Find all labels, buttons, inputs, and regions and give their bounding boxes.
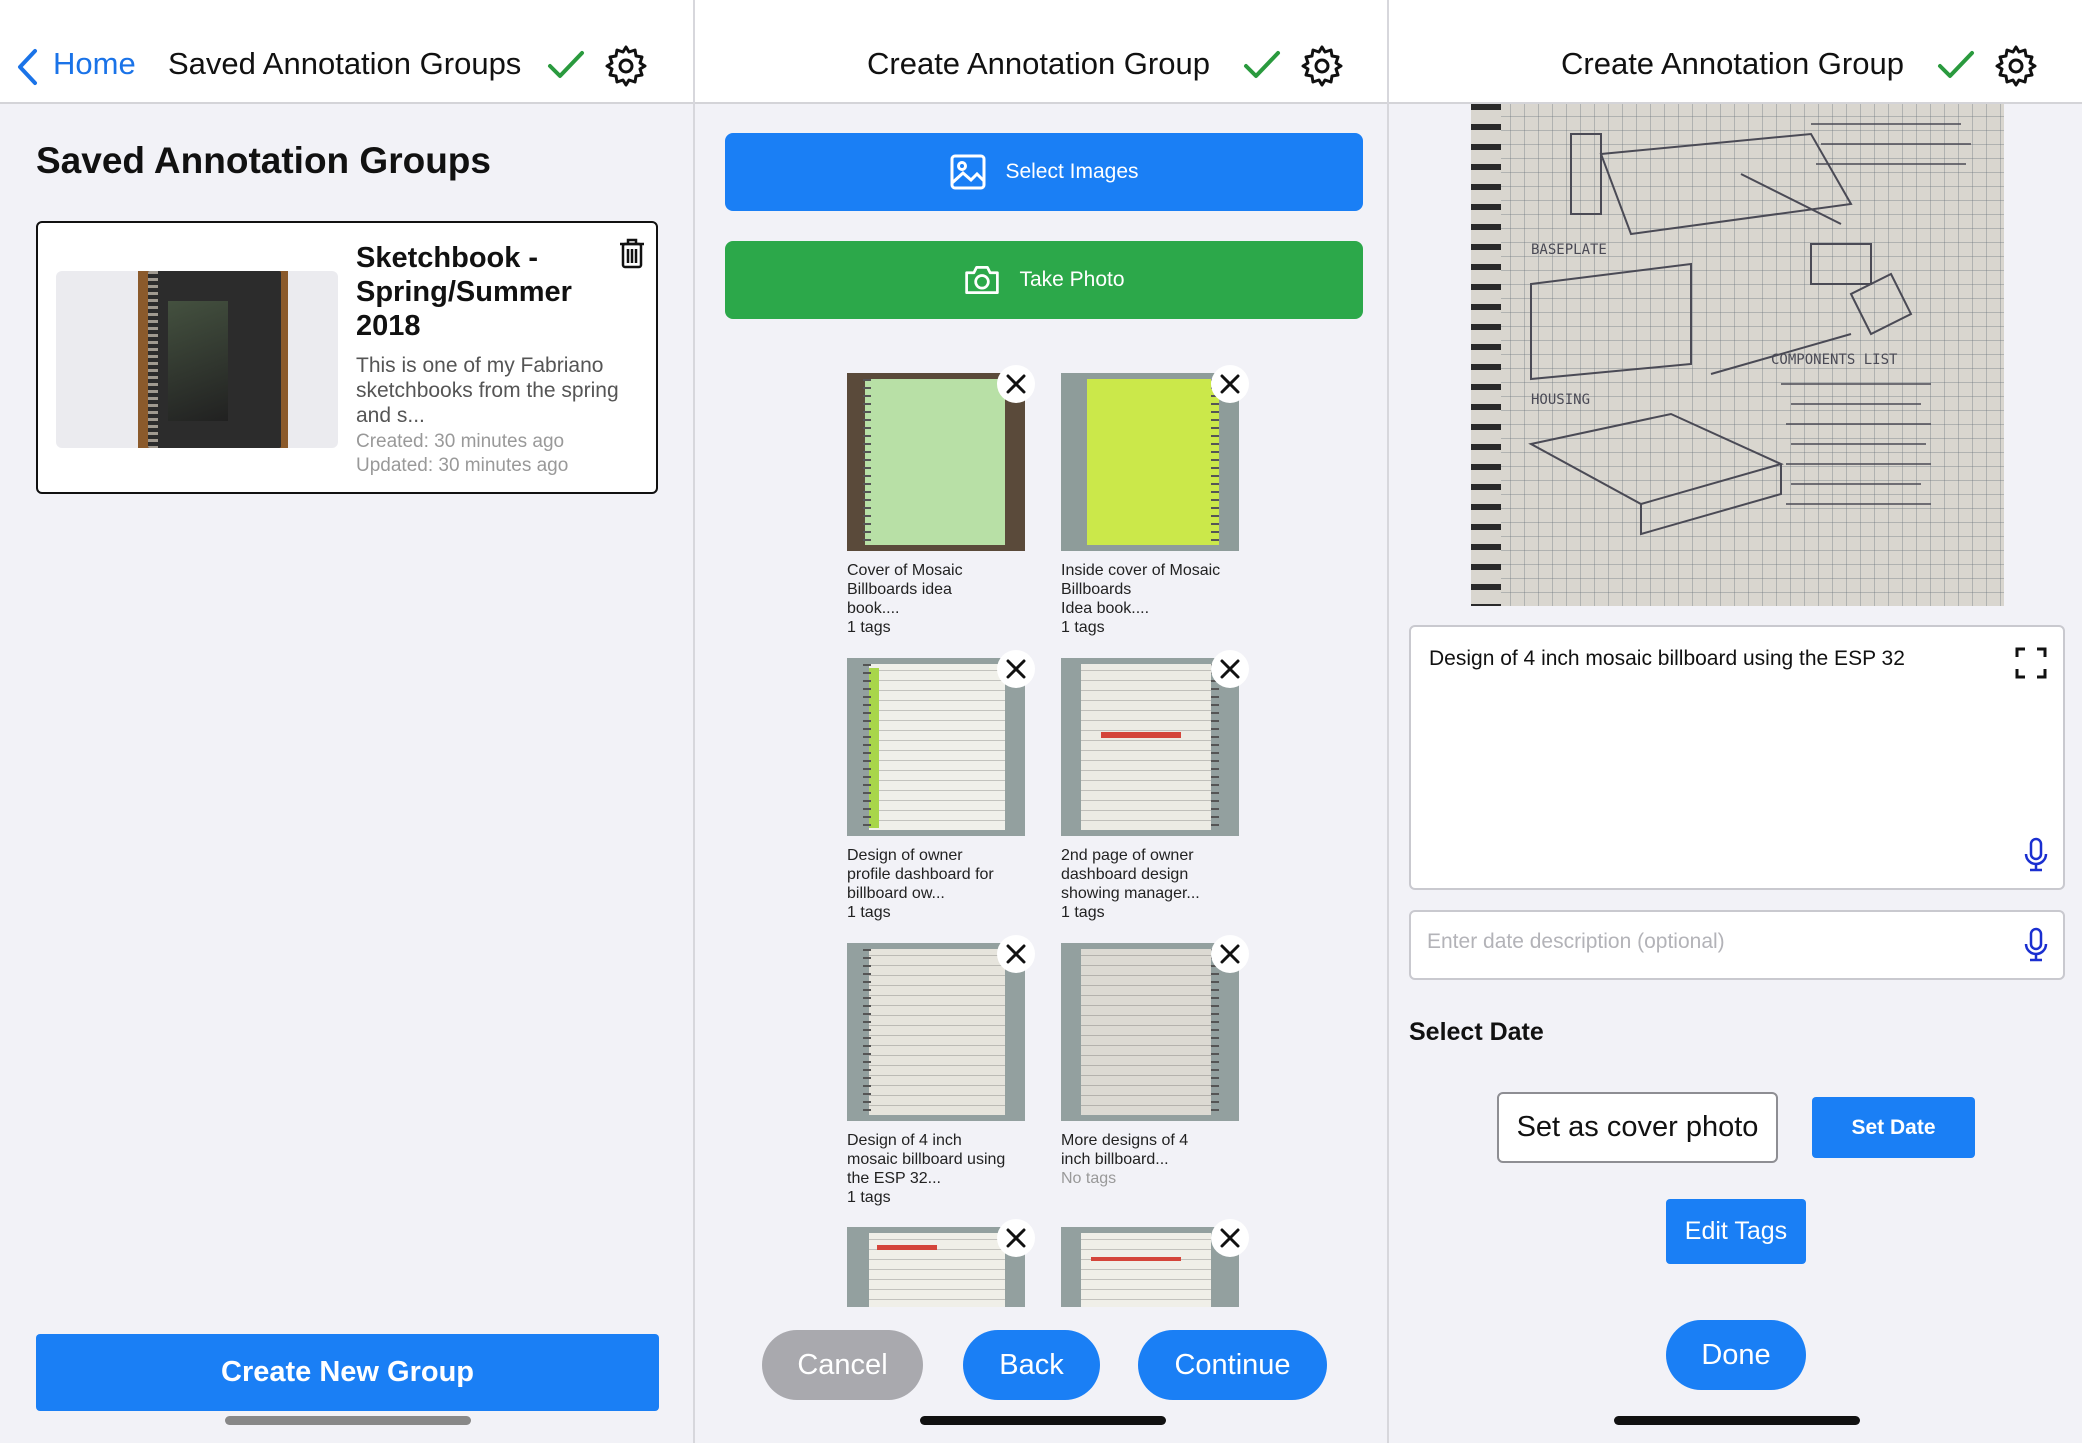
- create-group-screen: Create Annotation Group Select Images Ta…: [695, 0, 1387, 1443]
- nav-title: Create Annotation Group: [1561, 46, 1904, 81]
- take-photo-label: Take Photo: [1019, 268, 1125, 291]
- close-icon: [1220, 659, 1240, 679]
- done-button[interactable]: Done: [1666, 1320, 1806, 1390]
- checkmark-icon: [1244, 51, 1280, 78]
- nav-bar: Home Saved Annotation Groups: [0, 0, 693, 104]
- close-icon: [1006, 1228, 1026, 1248]
- image-caption: More designs of 4 inch billboard... No ta…: [1061, 1132, 1189, 1187]
- image-tags: 1 tags: [1061, 904, 1105, 921]
- image-caption: Design of 4 inch mosaic billboard using …: [847, 1132, 1006, 1206]
- gear-icon[interactable]: [1300, 44, 1344, 88]
- edit-tags-button[interactable]: Edit Tags: [1666, 1199, 1806, 1264]
- select-images-label: Select Images: [1005, 160, 1139, 183]
- image-thumbnail: [847, 658, 1025, 836]
- image-thumbnail: [847, 373, 1025, 551]
- checkmark-icon: [1938, 51, 1974, 78]
- continue-button[interactable]: Continue: [1138, 1330, 1327, 1400]
- annotation-detail-screen: Create Annotation Group BASEPLATE HOUSIN…: [1389, 0, 2082, 1443]
- svg-text:COMPONENTS LIST: COMPONENTS LIST: [1771, 352, 1898, 368]
- close-icon: [1006, 944, 1026, 964]
- date-description-field[interactable]: [1409, 910, 2065, 980]
- group-card[interactable]: Sketchbook - Spring/Summer 2018 This is …: [36, 221, 658, 494]
- image-caption: 2nd page of owner dashboard design showi…: [1061, 847, 1200, 921]
- remove-image-button[interactable]: [997, 1219, 1035, 1257]
- image-tags: No tags: [1061, 1170, 1117, 1187]
- camera-icon: [965, 265, 1000, 295]
- close-icon: [1220, 944, 1240, 964]
- microphone-icon[interactable]: [2023, 837, 2049, 873]
- svg-text:BASEPLATE: BASEPLATE: [1531, 242, 1607, 258]
- image-thumbnail: [1061, 658, 1239, 836]
- image-thumbnail: [1061, 943, 1239, 1121]
- cancel-button[interactable]: Cancel: [762, 1330, 923, 1400]
- gear-icon[interactable]: [604, 44, 648, 88]
- checkmark-icon: [548, 51, 584, 78]
- expand-icon[interactable]: [2015, 647, 2047, 679]
- image-thumbnail: [847, 943, 1025, 1121]
- microphone-icon[interactable]: [2023, 927, 2049, 963]
- page-title: Saved Annotation Groups: [36, 140, 491, 181]
- remove-image-button[interactable]: [997, 650, 1035, 688]
- image-icon: [950, 154, 986, 190]
- close-icon: [1220, 1228, 1240, 1248]
- image-caption: Cover of Mosaic Billboards idea book....…: [847, 562, 963, 636]
- remove-image-button[interactable]: [1211, 365, 1249, 403]
- image-tags: 1 tags: [847, 904, 891, 921]
- remove-image-button[interactable]: [1211, 650, 1249, 688]
- group-title: Sketchbook - Spring/Summer 2018: [356, 242, 572, 342]
- sketch-drawing: BASEPLATE HOUSING COMPONENTS LIST: [1528, 123, 1971, 536]
- remove-image-button[interactable]: [1211, 935, 1249, 973]
- image-caption: Design of owner profile dashboard for bi…: [847, 847, 994, 921]
- set-cover-photo-button[interactable]: Set as cover photo: [1497, 1092, 1778, 1163]
- image-row-partial: [847, 1219, 1267, 1307]
- gear-icon[interactable]: [1994, 44, 2038, 88]
- image-tags: 1 tags: [1061, 619, 1105, 636]
- home-indicator: [1614, 1416, 1860, 1425]
- create-new-group-button[interactable]: Create New Group: [36, 1334, 659, 1411]
- close-icon: [1006, 659, 1026, 679]
- chevron-left-icon[interactable]: [16, 48, 38, 86]
- remove-image-button[interactable]: [997, 935, 1035, 973]
- remove-image-button[interactable]: [997, 365, 1035, 403]
- group-description: This is one of my Fabriano sketchbooks f…: [356, 354, 619, 427]
- created-timestamp: Created: 30 minutes ago: [356, 431, 565, 452]
- select-images-button[interactable]: Select Images: [725, 133, 1363, 211]
- nav-title: Create Annotation Group: [867, 46, 1210, 81]
- take-photo-button[interactable]: Take Photo: [725, 241, 1363, 319]
- trash-icon[interactable]: [618, 237, 646, 269]
- close-icon: [1220, 374, 1240, 394]
- image-tags: 1 tags: [847, 619, 891, 636]
- remove-image-button[interactable]: [1211, 1219, 1249, 1257]
- description-textarea[interactable]: Design of 4 inch mosaic billboard using …: [1409, 625, 2065, 890]
- sketchbook-cover-image: [148, 271, 281, 448]
- date-description-input[interactable]: [1427, 930, 1987, 954]
- image-tags: 1 tags: [847, 1189, 891, 1206]
- image-caption: Inside cover of Mosaic Billboards Idea b…: [1061, 562, 1221, 636]
- saved-groups-screen: Home Saved Annotation Groups Saved Annot…: [0, 0, 693, 1443]
- nav-bar: Create Annotation Group: [695, 0, 1387, 104]
- home-indicator: [225, 1416, 471, 1425]
- svg-text:HOUSING: HOUSING: [1531, 392, 1590, 408]
- back-button[interactable]: Back: [963, 1330, 1100, 1400]
- sketch-photo: BASEPLATE HOUSING COMPONENTS LIST: [1471, 104, 2004, 606]
- home-back-button[interactable]: Home: [53, 46, 136, 82]
- set-date-button[interactable]: Set Date: [1812, 1097, 1975, 1158]
- close-icon: [1006, 374, 1026, 394]
- select-date-heading: Select Date: [1409, 1018, 1544, 1046]
- nav-bar: Create Annotation Group: [1389, 0, 2082, 104]
- updated-timestamp: Updated: 30 minutes ago: [356, 455, 569, 476]
- image-thumbnail: [1061, 373, 1239, 551]
- home-indicator: [920, 1416, 1166, 1425]
- nav-title: Saved Annotation Groups: [168, 46, 522, 81]
- description-text: Design of 4 inch mosaic billboard using …: [1429, 647, 1905, 670]
